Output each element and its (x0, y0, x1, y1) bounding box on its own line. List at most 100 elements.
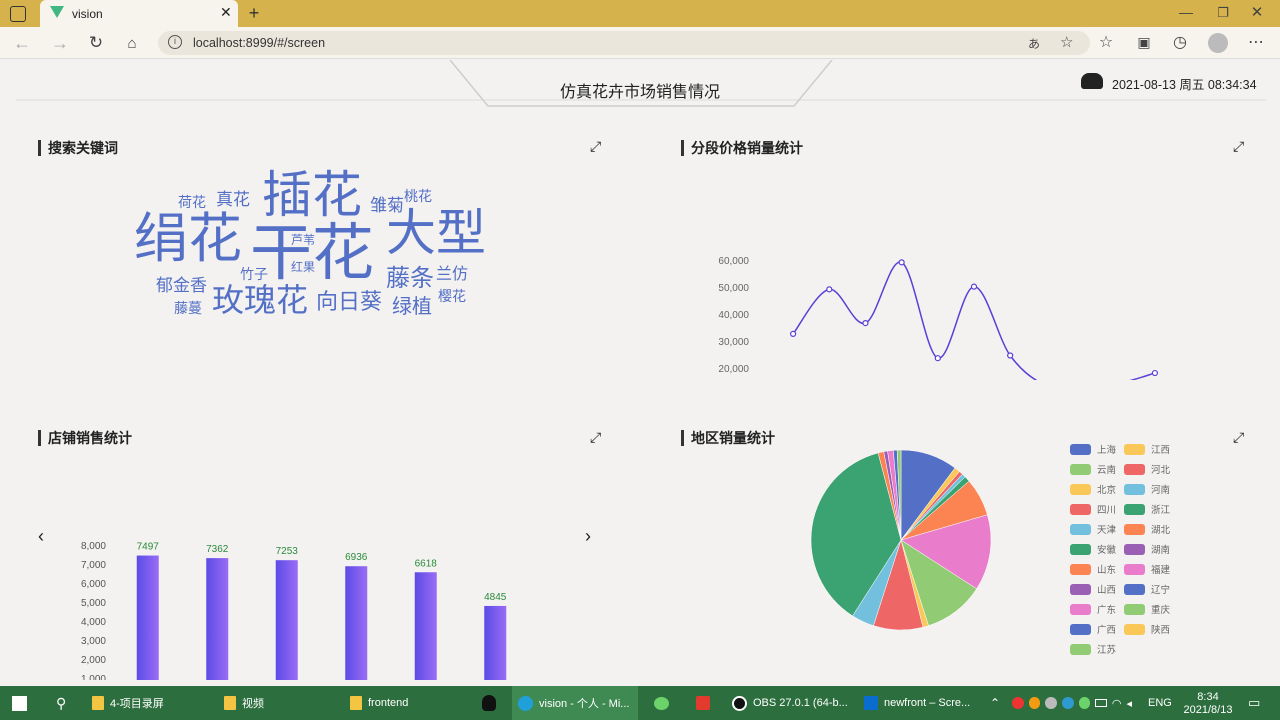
data-point[interactable] (1151, 369, 1159, 377)
data-point[interactable] (826, 286, 833, 293)
webstorm-icon (864, 696, 878, 710)
tray-overflow-icon[interactable]: ⌃ (984, 686, 1006, 720)
legend-item[interactable]: 江西 (1124, 442, 1170, 456)
taskbar-item-webstorm[interactable]: newfront – Scre... (858, 686, 978, 720)
legend-item[interactable]: 安徽 (1070, 542, 1116, 556)
bar[interactable] (414, 572, 437, 680)
close-tab-icon[interactable]: ✕ (220, 4, 232, 21)
bar[interactable] (206, 558, 229, 680)
wifi-icon[interactable]: ◠ (1112, 697, 1122, 710)
data-point[interactable] (934, 355, 941, 362)
data-point[interactable] (898, 259, 905, 266)
bar[interactable] (484, 605, 507, 680)
legend-item[interactable]: 广西 (1070, 622, 1116, 636)
legend-item[interactable]: 湖北 (1124, 522, 1170, 536)
bar[interactable] (345, 566, 368, 680)
tray-app-icon[interactable] (1045, 697, 1057, 709)
taskbar-label: 视频 (242, 698, 264, 710)
theme-toggle-icon[interactable] (1081, 73, 1103, 89)
legend-item[interactable]: 福建 (1124, 562, 1170, 576)
legend-swatch (1070, 563, 1091, 575)
volume-icon[interactable]: ◂ (1127, 697, 1133, 710)
minimize-icon[interactable]: — (1176, 2, 1196, 22)
legend-item[interactable]: 陕西 (1124, 622, 1170, 636)
legend-swatch (1124, 623, 1145, 635)
refresh-icon[interactable]: ↻ (86, 33, 106, 53)
legend-item[interactable]: 山东 (1070, 562, 1116, 576)
next-page-icon[interactable]: › (585, 526, 591, 547)
more-menu-icon[interactable]: ⋯ (1246, 32, 1266, 52)
taskbar-label: vision - 个人 - Mi... (539, 698, 630, 710)
bar[interactable] (275, 560, 298, 680)
notification-icon[interactable]: ▭ (1242, 686, 1268, 720)
translate-icon[interactable]: あ (1028, 35, 1040, 52)
taskbar-item-obs[interactable]: OBS 27.0.1 (64-b... (726, 686, 854, 720)
start-button[interactable] (6, 686, 36, 720)
legend-item[interactable]: 上海 (1070, 442, 1116, 456)
legend-item[interactable]: 四川 (1070, 502, 1116, 516)
taskbar-item-video[interactable]: 视频 (218, 686, 338, 720)
new-tab-icon[interactable]: + (244, 2, 264, 24)
legend-swatch (1070, 463, 1091, 475)
legend-label: 福建 (1151, 565, 1171, 576)
search-button[interactable]: ⚲ (50, 686, 76, 720)
taskbar-item-frontend[interactable]: frontend (344, 686, 468, 720)
legend-item[interactable]: 江苏 (1070, 642, 1116, 656)
bar-value-label: 7253 (276, 546, 299, 557)
bar[interactable] (136, 555, 159, 680)
collections-icon[interactable]: ▣ (1134, 32, 1154, 52)
favorites-icon[interactable]: ☆ (1096, 32, 1116, 52)
prev-page-icon[interactable]: ‹ (38, 526, 44, 547)
legend-swatch (1124, 603, 1145, 615)
history-icon[interactable]: ◷ (1170, 32, 1190, 52)
bar-value-label: 7497 (137, 542, 160, 553)
wechat-tray-icon[interactable] (1078, 697, 1091, 709)
back-icon[interactable]: ← (12, 33, 32, 53)
battery-icon[interactable] (1095, 699, 1107, 707)
legend-item[interactable]: 河南 (1124, 482, 1170, 496)
legend-swatch (1070, 583, 1091, 595)
taskbar-item-wps[interactable] (690, 686, 718, 720)
tray-app-icon[interactable] (1061, 697, 1074, 709)
bar-value-label: 7362 (206, 544, 229, 555)
keyword-word: 插花 (262, 166, 362, 224)
taskbar-item-recording[interactable]: 4-项目录屏 (86, 686, 214, 720)
clock[interactable]: 8:34 2021/8/13 (1180, 686, 1236, 720)
browser-tab[interactable]: vision ✕ (40, 0, 238, 27)
info-icon[interactable]: i (168, 35, 182, 49)
data-point[interactable] (789, 330, 797, 337)
forward-icon[interactable]: → (50, 33, 70, 53)
data-point[interactable] (1007, 352, 1014, 359)
folder-icon (92, 696, 104, 710)
legend-label: 四川 (1097, 505, 1117, 516)
tray-app-icon[interactable] (1012, 697, 1024, 709)
close-window-icon[interactable]: ✕ (1248, 3, 1266, 21)
taskbar-item-qq[interactable] (476, 686, 506, 720)
legend-item[interactable]: 浙江 (1124, 502, 1170, 516)
legend-item[interactable]: 广东 (1070, 602, 1116, 616)
taskbar-item-wechat[interactable] (648, 686, 676, 720)
legend-item[interactable]: 重庆 (1124, 602, 1170, 616)
tab-actions-icon[interactable] (10, 6, 26, 22)
legend-label: 云南 (1097, 465, 1117, 476)
tray-app-icon[interactable] (1028, 697, 1041, 709)
maximize-icon[interactable]: ❐ (1214, 4, 1232, 22)
y-tick-label: 60,000 (718, 256, 749, 267)
data-point[interactable] (970, 283, 978, 290)
input-language[interactable]: ENG (1142, 686, 1178, 720)
profile-avatar-icon[interactable] (1208, 33, 1228, 53)
browser-toolbar: ← → ↻ ⌂ i localhost:8999/#/screen あ ☆ ☆ … (0, 27, 1280, 59)
home-icon[interactable]: ⌂ (122, 33, 142, 53)
legend-item[interactable]: 辽宁 (1124, 582, 1170, 596)
legend-item[interactable]: 云南 (1070, 462, 1116, 476)
legend-item[interactable]: 天津 (1070, 522, 1116, 536)
legend-item[interactable]: 湖南 (1124, 542, 1170, 556)
legend-item[interactable]: 河北 (1124, 462, 1170, 476)
address-bar[interactable]: i localhost:8999/#/screen あ ☆ (158, 31, 1090, 55)
legend-swatch (1124, 503, 1145, 515)
legend-item[interactable]: 北京 (1070, 482, 1116, 496)
favorite-add-icon[interactable]: ☆ (1060, 33, 1073, 51)
legend-item[interactable]: 山西 (1070, 582, 1116, 596)
taskbar-item-edge[interactable]: vision - 个人 - Mi... (512, 686, 638, 720)
data-point[interactable] (862, 320, 869, 327)
